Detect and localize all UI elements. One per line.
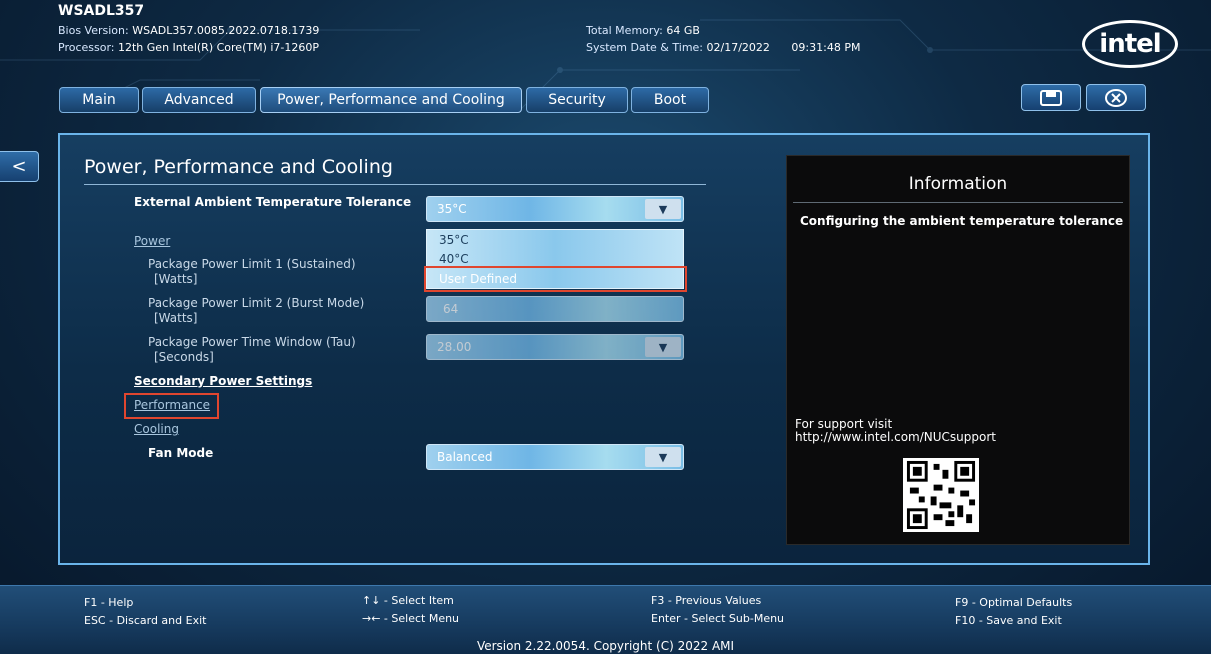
system-model: WSADL357: [58, 3, 145, 19]
chevron-down-icon[interactable]: ▼: [645, 199, 681, 219]
memory-label: Total Memory:: [586, 24, 663, 37]
key-esc: ESC - Discard and Exit: [84, 614, 207, 627]
system-datetime: System Date & Time: 02/17/2022 09:31:48 …: [586, 41, 860, 54]
fan-mode-label: Fan Mode: [148, 446, 214, 460]
processor-value: 12th Gen Intel(R) Core(TM) i7-1260P: [118, 41, 320, 54]
total-memory: Total Memory: 64 GB: [586, 24, 700, 37]
info-divider: [793, 202, 1123, 203]
ppl1-label-text: Package Power Limit 1 (Sustained): [148, 257, 356, 271]
ppl2-value: 64: [443, 302, 459, 316]
qr-code-icon: [903, 458, 979, 532]
key-f1: F1 - Help: [84, 596, 134, 609]
key-enter: Enter - Select Sub-Menu: [651, 612, 785, 625]
bios-version-value: WSADL357.0085.2022.0718.1739: [132, 24, 320, 37]
page-title: Power, Performance and Cooling: [84, 156, 393, 178]
ppl1-label: Package Power Limit 1 (Sustained) [Watts…: [148, 257, 356, 287]
ambient-temp-select[interactable]: 35°C ▼: [426, 196, 684, 222]
chevron-down-icon[interactable]: ▼: [645, 447, 681, 467]
back-label: <: [11, 156, 27, 177]
logo-text: intel: [1099, 29, 1161, 59]
ppl1-unit: [Watts]: [154, 272, 198, 286]
tab-boot[interactable]: Boot: [631, 87, 709, 113]
fan-mode-select[interactable]: Balanced ▼: [426, 444, 684, 470]
save-icon: [1040, 89, 1062, 106]
info-description: Configuring the ambient temperature tole…: [800, 214, 1124, 228]
tab-security[interactable]: Security: [526, 87, 628, 113]
footer-navigation: ↑↓ - Select Item →← - Select Menu: [362, 592, 459, 628]
support-url: http://www.intel.com/NUCsupport: [795, 430, 996, 444]
version-text: Version 2.22.0054. Copyright (C) 2022 AM…: [476, 639, 735, 653]
support-info: For support visit http://www.intel.com/N…: [795, 418, 996, 444]
highlight-performance: [124, 393, 219, 419]
back-button[interactable]: <: [0, 151, 39, 182]
ambient-temp-value: 35°C: [437, 202, 467, 216]
date-value: 02/17/2022: [706, 41, 770, 54]
ppl2-label: Package Power Limit 2 (Burst Mode) [Watt…: [148, 296, 364, 326]
tau-select[interactable]: 28.00 ▼: [426, 334, 684, 360]
footer-help: F1 - Help ESC - Discard and Exit: [84, 594, 206, 630]
bios-version: Bios Version: WSADL357.0085.2022.0718.17…: [58, 24, 319, 37]
bios-version-label: Bios Version:: [58, 24, 129, 37]
key-f3: F3 - Previous Values: [651, 594, 762, 607]
power-link[interactable]: Power: [134, 234, 170, 248]
footer-save: F9 - Optimal Defaults F10 - Save and Exi…: [955, 594, 1072, 630]
information-panel: Information Configuring the ambient temp…: [786, 155, 1130, 545]
close-circle-icon: [1105, 88, 1127, 107]
tau-value: 28.00: [437, 340, 472, 354]
tab-main[interactable]: Main: [59, 87, 139, 113]
ppl2-label-text: Package Power Limit 2 (Burst Mode): [148, 296, 365, 310]
exit-button[interactable]: [1086, 84, 1146, 111]
key-f9: F9 - Optimal Defaults: [955, 596, 1073, 609]
datetime-label: System Date & Time:: [586, 41, 704, 54]
tab-advanced[interactable]: Advanced: [142, 87, 256, 113]
secondary-power-settings-link[interactable]: Secondary Power Settings: [134, 374, 312, 388]
highlight-user-defined: [424, 266, 687, 292]
processor-label: Processor:: [58, 41, 115, 54]
key-select-item: ↑↓ - Select Item: [362, 594, 454, 607]
intel-logo: intel: [1082, 20, 1178, 68]
dropdown-option-35c[interactable]: 35°C: [439, 233, 469, 247]
key-select-menu: →← - Select Menu: [362, 612, 460, 625]
ambient-temp-label: External Ambient Temperature Tolerance: [134, 195, 412, 209]
tau-unit: [Seconds]: [154, 350, 214, 364]
title-divider: [84, 184, 706, 185]
tau-label-text: Package Power Time Window (Tau): [148, 335, 356, 349]
time-value: 09:31:48 PM: [791, 41, 861, 54]
key-f10: F10 - Save and Exit: [955, 614, 1062, 627]
cooling-link[interactable]: Cooling: [134, 422, 179, 436]
tab-power-performance-cooling[interactable]: Power, Performance and Cooling: [260, 87, 522, 113]
tau-label: Package Power Time Window (Tau) [Seconds…: [148, 335, 356, 365]
chevron-down-icon[interactable]: ▼: [645, 337, 681, 357]
ppl2-input[interactable]: 64: [426, 296, 684, 322]
save-button[interactable]: [1021, 84, 1081, 111]
fan-mode-value: Balanced: [437, 450, 493, 464]
info-title: Information: [908, 174, 1008, 194]
footer-values: F3 - Previous Values Enter - Select Sub-…: [651, 592, 784, 628]
memory-value: 64 GB: [666, 24, 700, 37]
ppl2-unit: [Watts]: [154, 311, 198, 325]
processor-info: Processor: 12th Gen Intel(R) Core(TM) i7…: [58, 41, 319, 54]
dropdown-option-40c[interactable]: 40°C: [439, 252, 469, 266]
